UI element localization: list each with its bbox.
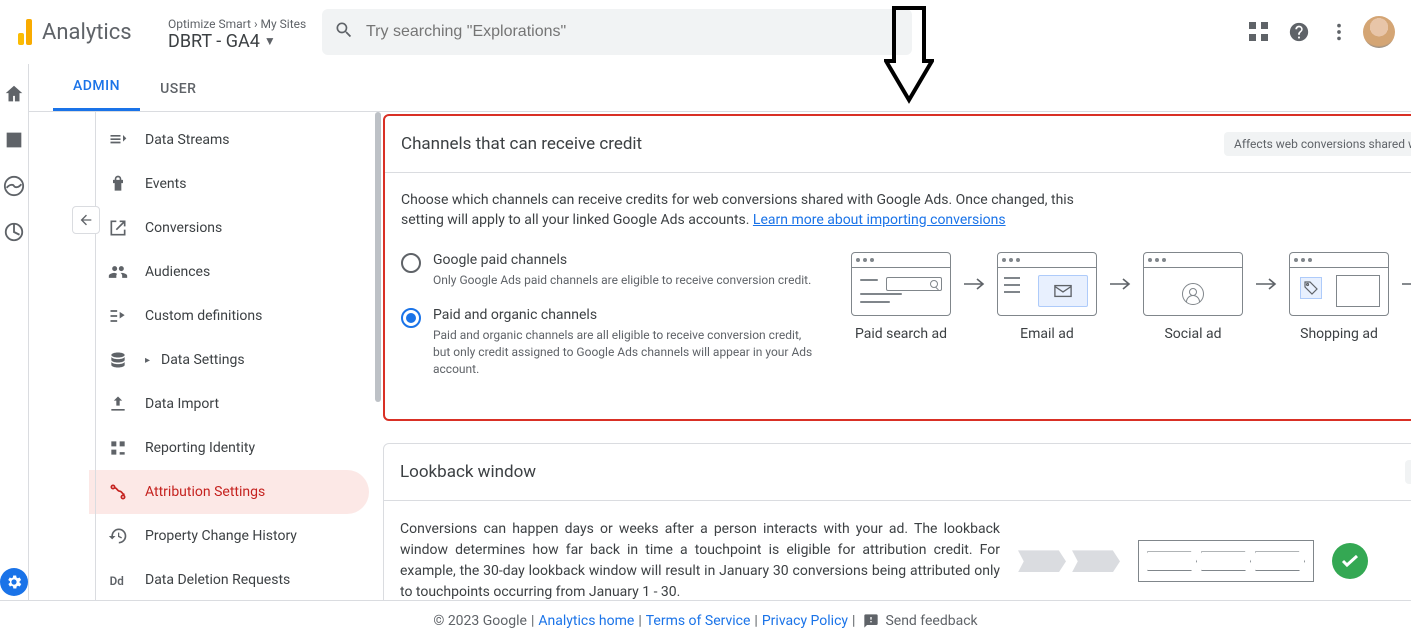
- footer-link-privacy[interactable]: Privacy Policy: [762, 613, 848, 629]
- paid-search-illustration: [851, 252, 951, 316]
- arrow-icon: [963, 252, 985, 316]
- product-name: Analytics: [42, 20, 132, 45]
- card-title: Channels that can receive credit: [401, 134, 642, 154]
- tab-user[interactable]: USER: [140, 67, 216, 111]
- content-area: Channels that can receive credit Affects…: [379, 112, 1411, 600]
- svg-text:Dd: Dd: [110, 574, 124, 588]
- scope-badge: Affects all data: [1405, 460, 1411, 484]
- footer: © 2023 Google | Analytics home | Terms o…: [0, 600, 1411, 640]
- reporting-identity-icon: [107, 437, 129, 459]
- radio-icon: [401, 308, 421, 328]
- nav-events[interactable]: Events: [89, 162, 369, 206]
- attribution-icon: [107, 481, 129, 503]
- audiences-icon: [107, 261, 129, 283]
- send-feedback-button[interactable]: Send feedback: [863, 613, 977, 629]
- nav-audiences[interactable]: Audiences: [89, 250, 369, 294]
- scope-badge: Affects web conversions shared with Goog…: [1224, 132, 1411, 156]
- collapse-nav-button[interactable]: [72, 206, 100, 234]
- footer-link-tos[interactable]: Terms of Service: [646, 613, 751, 629]
- card-lookback-window: Lookback window Affects all data Convers…: [383, 443, 1411, 600]
- nav-custom-definitions[interactable]: Custom definitions: [89, 294, 369, 338]
- ghost-touchpoints: [1018, 550, 1120, 572]
- nav-data-deletion[interactable]: Dd Data Deletion Requests: [89, 558, 369, 600]
- radio-google-paid[interactable]: Google paid channels Only Google Ads pai…: [401, 252, 821, 289]
- nav-property-change-history[interactable]: Property Change History: [89, 514, 369, 558]
- conversions-icon: [107, 217, 129, 239]
- events-icon: [107, 173, 129, 195]
- copyright: © 2023 Google: [433, 613, 527, 629]
- app-header: Analytics Optimize Smart › My Sites DBRT…: [0, 0, 1411, 64]
- tab-row: ADMIN USER: [29, 64, 1411, 112]
- card-channels-credit: Channels that can receive credit Affects…: [383, 114, 1411, 421]
- radio-paid-organic[interactable]: Paid and organic channels Paid and organ…: [401, 307, 821, 377]
- analytics-logo-icon: [8, 19, 42, 45]
- nav-rail: [0, 64, 29, 600]
- nav-data-streams[interactable]: Data Streams: [89, 118, 369, 162]
- shopping-illustration: [1289, 252, 1389, 316]
- more-menu-icon[interactable]: [1319, 12, 1359, 52]
- nav-data-settings[interactable]: ▸ Data Settings: [89, 338, 369, 382]
- arrow-icon: [1109, 252, 1131, 316]
- help-icon[interactable]: [1279, 12, 1319, 52]
- scrollbar-thumb[interactable]: [375, 112, 381, 402]
- radio-icon: [401, 253, 421, 273]
- data-streams-icon: [107, 129, 129, 151]
- social-illustration: [1143, 252, 1243, 316]
- footer-link-home[interactable]: Analytics home: [538, 613, 634, 629]
- card-description: Conversions can happen days or weeks aft…: [400, 519, 1000, 600]
- explore-icon[interactable]: [2, 174, 26, 198]
- caret-right-icon: ▸: [145, 355, 155, 366]
- tab-admin[interactable]: ADMIN: [53, 64, 140, 111]
- search-bar[interactable]: [322, 9, 912, 55]
- annotation-arrow: [884, 6, 934, 104]
- history-icon: [107, 525, 129, 547]
- card-title: Lookback window: [400, 462, 536, 482]
- search-icon: [334, 20, 354, 44]
- admin-gear-icon[interactable]: [0, 568, 28, 596]
- custom-def-icon: [107, 305, 129, 327]
- nav-conversions[interactable]: Conversions: [89, 206, 369, 250]
- arrow-icon: [1401, 252, 1411, 316]
- lookback-frame: [1138, 540, 1314, 582]
- data-settings-icon: [107, 349, 129, 371]
- property-name: DBRT - GA4: [168, 31, 260, 52]
- home-icon[interactable]: [2, 82, 26, 106]
- conversion-check-icon: [1332, 543, 1368, 579]
- data-import-icon: [107, 393, 129, 415]
- learn-more-link[interactable]: Learn more about importing conversions: [753, 212, 1006, 228]
- reports-icon[interactable]: [2, 128, 26, 152]
- apps-icon[interactable]: [1239, 12, 1279, 52]
- nav-data-import[interactable]: Data Import: [89, 382, 369, 426]
- deletion-icon: Dd: [107, 569, 129, 591]
- advertising-icon[interactable]: [2, 220, 26, 244]
- nav-attribution-settings[interactable]: Attribution Settings: [89, 470, 369, 514]
- search-input[interactable]: [366, 23, 900, 41]
- card-description: Choose which channels can receive credit…: [401, 191, 1101, 230]
- breadcrumb: Optimize Smart › My Sites: [168, 17, 310, 31]
- nav-reporting-identity[interactable]: Reporting Identity: [89, 426, 369, 470]
- email-illustration: [997, 252, 1097, 316]
- avatar[interactable]: [1359, 12, 1399, 52]
- property-picker[interactable]: Optimize Smart › My Sites DBRT - GA4 ▼: [160, 13, 310, 52]
- caret-down-icon: ▼: [264, 34, 276, 48]
- touchpoint-diagram: Paid search ad Email ad: [851, 252, 1411, 395]
- property-nav: Data Streams Events Conversions Audience…: [89, 112, 379, 600]
- logo-area: Analytics: [8, 19, 160, 45]
- arrow-icon: [1255, 252, 1277, 316]
